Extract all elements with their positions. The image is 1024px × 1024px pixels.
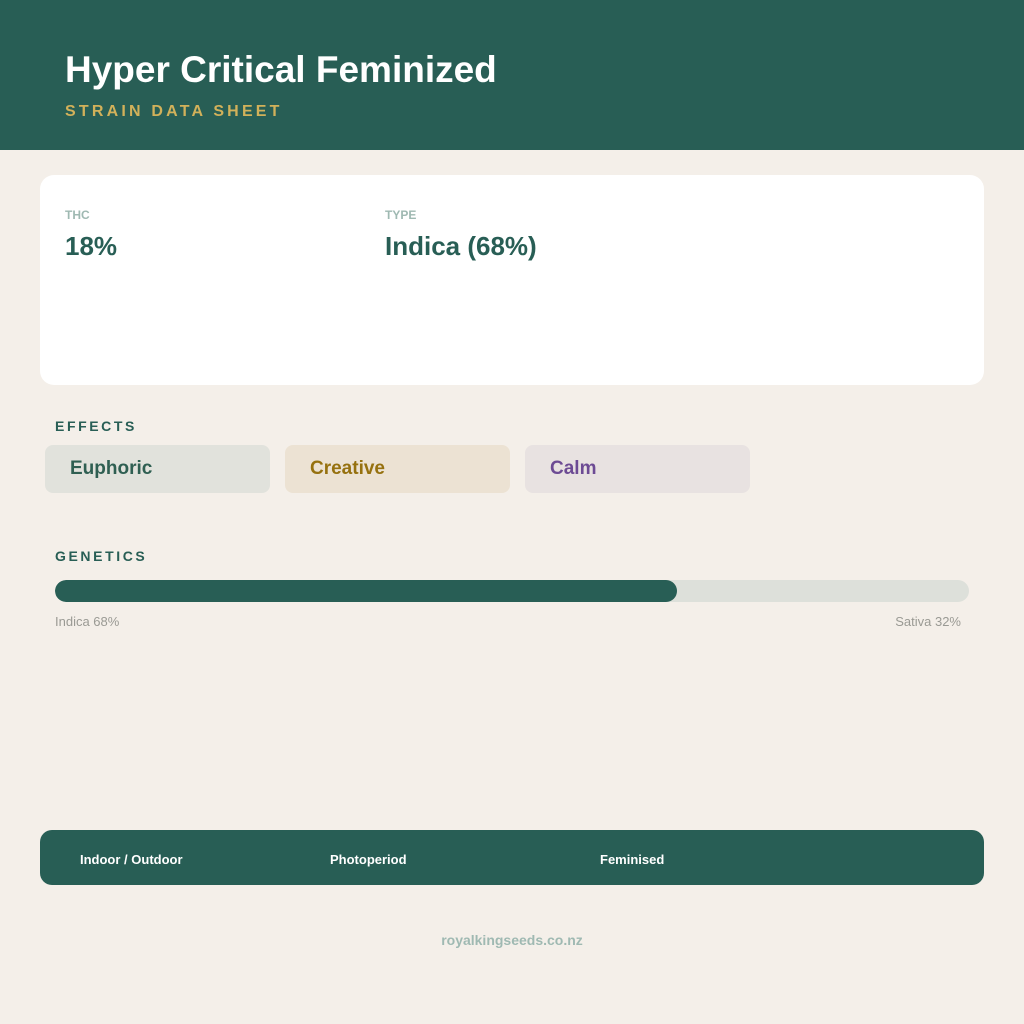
footer-bar: Indoor / Outdoor Photoperiod Feminised — [40, 830, 984, 885]
page-subtitle: STRAIN DATA SHEET — [65, 103, 283, 120]
thc-label: THC — [65, 208, 90, 222]
genetics-bar — [55, 580, 969, 602]
footer-item-environment: Indoor / Outdoor — [80, 852, 183, 867]
effect-pill-creative: Creative — [285, 445, 510, 493]
effect-pill-calm: Calm — [525, 445, 750, 493]
sativa-label: Sativa 32% — [895, 614, 961, 629]
header-banner: Hyper Critical Feminized STRAIN DATA SHE… — [0, 0, 1024, 150]
indica-bar-fill — [55, 580, 677, 602]
footer-item-flowering-type: Photoperiod — [330, 852, 407, 867]
website-link[interactable]: royalkingseeds.co.nz — [0, 932, 1024, 948]
page-title: Hyper Critical Feminized — [65, 49, 497, 90]
footer-item-seed-type: Feminised — [600, 852, 665, 867]
effect-pill-euphoric: Euphoric — [45, 445, 270, 493]
type-value: Indica (68%) — [385, 231, 537, 261]
stats-card: THC 18% TYPE Indica (68%) — [40, 175, 984, 385]
effects-heading: EFFECTS — [55, 418, 137, 434]
genetics-heading: GENETICS — [55, 548, 148, 564]
indica-label: Indica 68% — [55, 614, 120, 629]
thc-value: 18% — [65, 231, 118, 261]
type-label: TYPE — [385, 208, 417, 222]
